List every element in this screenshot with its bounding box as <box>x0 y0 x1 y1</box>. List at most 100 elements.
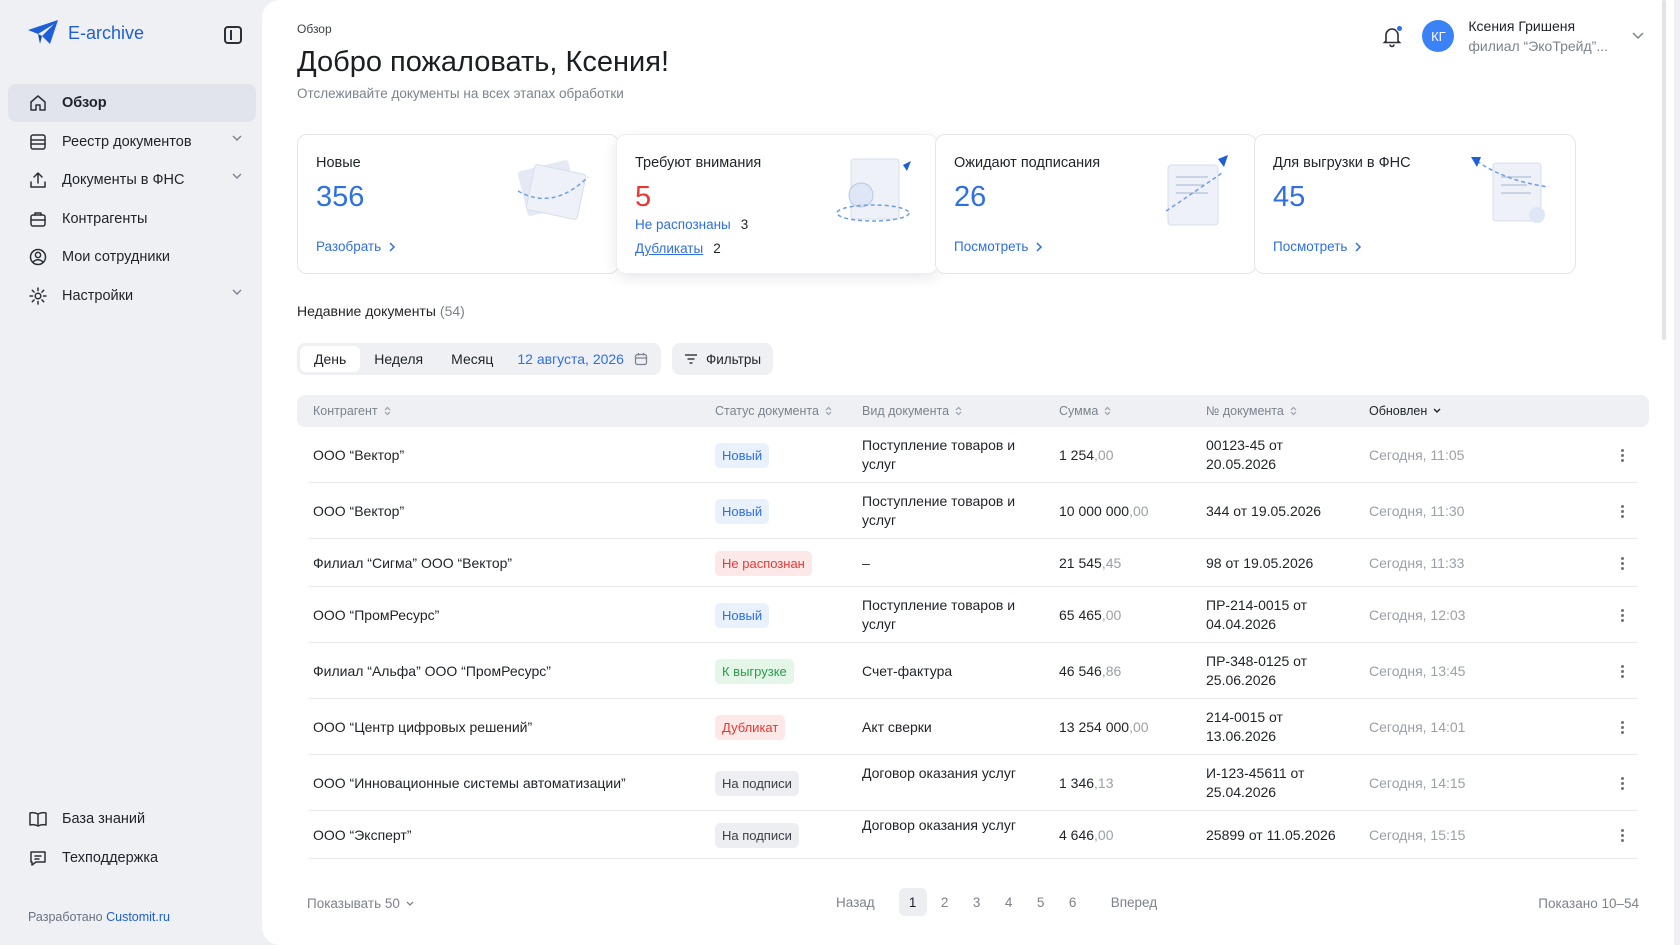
cell-updated: Сегодня, 11:30 <box>1369 503 1465 519</box>
cell-updated: Сегодня, 12:03 <box>1369 607 1466 623</box>
column-header-0[interactable]: Контрагент <box>313 404 391 418</box>
table-row[interactable]: ООО “Вектор” Новый Поступление товаров и у… <box>309 483 1637 539</box>
card-new[interactable]: Новые 356 Разобрать <box>297 134 619 274</box>
page-button-6[interactable]: 6 <box>1059 888 1087 916</box>
sidebar-item-label: Настройки <box>62 287 134 304</box>
nav-icon-wrap <box>28 809 48 829</box>
sum-dec: ,00 <box>1129 503 1149 519</box>
avatar[interactable]: КГ <box>1422 20 1455 52</box>
more-actions-icon[interactable] <box>1621 663 1625 680</box>
user-menu[interactable]: КГ Ксения Гришеня филиал “ЭкоТрейд”... <box>1380 18 1644 54</box>
more-actions-icon[interactable] <box>1621 719 1625 736</box>
table-row[interactable]: ООО “ПромРесурс” Новый Поступление товаров… <box>309 587 1637 643</box>
view-link[interactable]: Посмотреть <box>1273 239 1362 254</box>
cell-party: ООО “Вектор” <box>313 503 405 519</box>
sidebar-item-3[interactable]: Контрагенты <box>8 200 256 238</box>
next-page-button[interactable]: Вперед <box>1111 895 1157 910</box>
chevron-down-icon <box>232 135 242 141</box>
cell-type: Поступление товаров и услуг <box>862 493 1016 528</box>
period-week[interactable]: Неделя <box>360 346 437 372</box>
sort-link[interactable]: Разобрать <box>316 239 396 254</box>
column-header-1[interactable]: Статус документа <box>715 404 832 418</box>
not-recognized-link[interactable]: Не распознаны 3 <box>635 217 748 232</box>
date-value: 12 августа, 2026 <box>517 351 624 367</box>
sidebar-item-2[interactable]: Документы в ФНС <box>8 161 256 199</box>
view-link[interactable]: Посмотреть <box>954 239 1043 254</box>
user-name: Ксения Гришеня <box>1468 18 1576 34</box>
sum-int: 4 646 <box>1059 827 1095 843</box>
date-picker[interactable]: 12 августа, 2026 <box>507 346 658 372</box>
column-header-4[interactable]: № документа <box>1206 404 1297 418</box>
sum-dec: ,13 <box>1094 775 1114 791</box>
breadcrumb[interactable]: Обзор <box>297 22 332 36</box>
cell-doc-number: 214-0015 от 13.06.2026 <box>1206 709 1283 744</box>
more-actions-icon[interactable] <box>1621 607 1625 624</box>
sidebar-collapse-icon[interactable] <box>224 26 242 44</box>
more-actions-icon[interactable] <box>1621 503 1625 520</box>
page-button-5[interactable]: 5 <box>1027 888 1055 916</box>
filters-button[interactable]: Фильтры <box>672 343 774 375</box>
scrollbar[interactable] <box>1662 0 1666 340</box>
sidebar-item-4[interactable]: Мои сотрудники <box>8 238 256 276</box>
credit: Разработано Customit.ru <box>28 910 170 924</box>
logo[interactable]: E-archive <box>28 20 144 46</box>
column-header-2[interactable]: Вид документа <box>862 404 962 418</box>
period-month[interactable]: Месяц <box>437 346 507 372</box>
cell-updated: Сегодня, 11:05 <box>1369 447 1465 463</box>
sum-dec: ,00 <box>1094 827 1114 843</box>
cell-status: Новый <box>715 499 770 524</box>
chevron-down-icon[interactable] <box>1632 32 1644 40</box>
cell-party: Филиал “Альфа” ООО “ПромРесурс” <box>313 663 551 679</box>
table-row[interactable]: Филиал “Сигма” ООО “Вектор” Не распознан –… <box>309 539 1637 587</box>
sidebar-item-1[interactable]: Техподдержка <box>8 839 256 877</box>
cell-sum: 1 254,00 <box>1059 446 1114 465</box>
per-page-select[interactable]: Показывать 50 <box>307 896 414 911</box>
table-row[interactable]: ООО “Эксперт” На подписи Договор оказания … <box>309 811 1637 859</box>
more-actions-icon[interactable] <box>1621 555 1625 572</box>
period-day[interactable]: День <box>300 346 361 372</box>
cell-updated: Сегодня, 14:01 <box>1369 719 1466 735</box>
table-row[interactable]: ООО “Центр цифровых решений” Дубликат Акт … <box>309 699 1637 755</box>
sidebar-item-0[interactable]: Обзор <box>8 84 256 122</box>
credit-prefix: Разработано <box>28 910 103 924</box>
briefcase-icon <box>30 212 46 227</box>
sidebar-item-0[interactable]: База знаний <box>8 800 256 838</box>
table-row[interactable]: ООО “Вектор” Новый Поступление товаров и у… <box>309 427 1637 483</box>
duplicates-link[interactable]: Дубликаты 2 <box>635 241 721 256</box>
card-title: Требуют внимания <box>635 155 762 171</box>
table-footer: Показывать 50 Назад 1 2 3 4 5 6 Вперед Показано… <box>297 888 1649 918</box>
cell-sum: 4 646,00 <box>1059 826 1114 845</box>
page-button-2[interactable]: 2 <box>931 888 959 916</box>
more-actions-icon[interactable] <box>1621 775 1625 792</box>
sort-icon <box>825 406 832 416</box>
per-page-label: Показывать 50 <box>307 896 400 911</box>
chat-icon <box>30 850 46 866</box>
sidebar: E-archive Обзор Реестр документов Документ… <box>0 0 262 945</box>
page-button-1[interactable]: 1 <box>898 888 927 916</box>
sidebar-item-1[interactable]: Реестр документов <box>8 123 256 161</box>
credit-link[interactable]: Customit.ru <box>106 910 170 924</box>
card-awaiting-signature[interactable]: Ожидают подписания 26 Посмотреть <box>935 134 1257 274</box>
notification-bell-icon[interactable] <box>1380 24 1404 48</box>
prev-page-button[interactable]: Назад <box>836 895 875 910</box>
calendar-icon <box>634 353 648 366</box>
table-row[interactable]: Филиал “Альфа” ООО “ПромРесурс” К выгрузк… <box>309 643 1637 699</box>
column-header-3[interactable]: Сумма <box>1059 404 1111 418</box>
card-fns-export[interactable]: Для выгрузки в ФНС 45 Посмотреть <box>1254 134 1576 274</box>
more-actions-icon[interactable] <box>1621 447 1625 464</box>
cell-type: – <box>862 555 870 571</box>
document-sign-icon <box>1165 155 1228 226</box>
column-header-5[interactable]: Обновлен <box>1369 404 1441 418</box>
column-label: Сумма <box>1059 404 1099 418</box>
cell-updated: Сегодня, 11:33 <box>1369 555 1465 571</box>
more-actions-icon[interactable] <box>1621 827 1625 844</box>
sidebar-item-5[interactable]: Настройки <box>8 277 256 315</box>
sort-icon <box>1104 406 1111 416</box>
cell-sum: 65 465,00 <box>1059 606 1121 625</box>
page-button-4[interactable]: 4 <box>995 888 1023 916</box>
page-button-3[interactable]: 3 <box>963 888 991 916</box>
card-attention[interactable]: Требуют внимания 5 Не распознаны 3 Дублик… <box>616 134 938 274</box>
table-row[interactable]: ООО “Инновационные системы автоматизации… <box>309 755 1637 811</box>
cell-type: Поступление товаров и услуг <box>862 437 1016 472</box>
sum-dec: ,00 <box>1129 719 1149 735</box>
